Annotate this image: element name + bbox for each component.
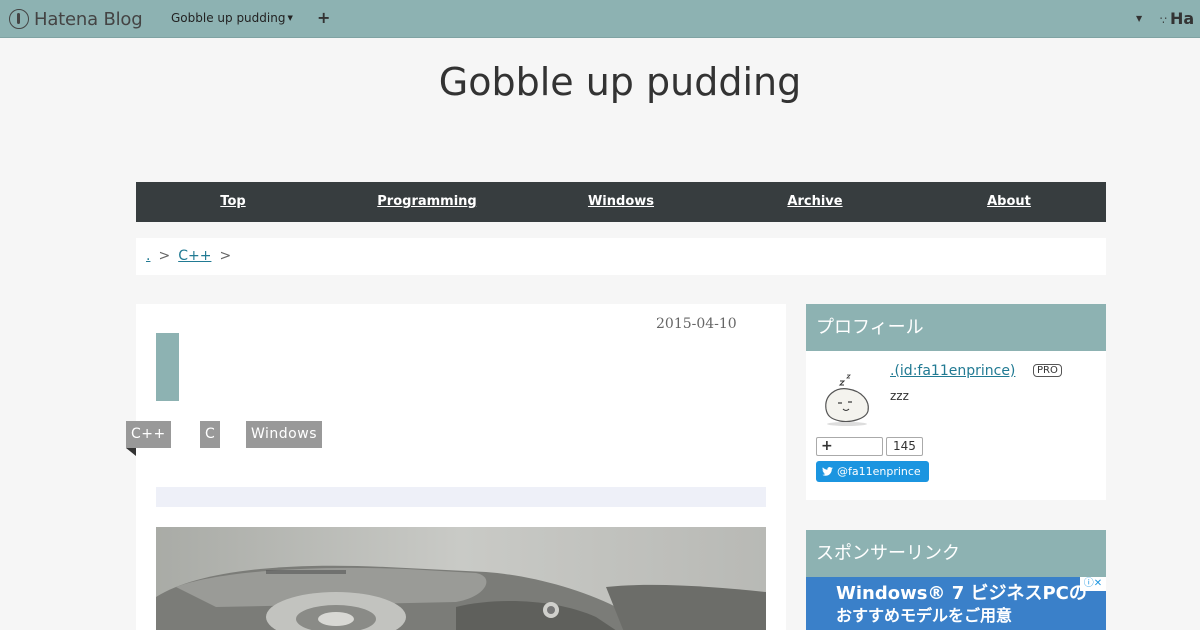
hard-drive-photo	[156, 527, 766, 630]
hatena-blog-logo-text: Hatena Blog	[34, 8, 143, 30]
twitter-follow-label: @fa11enprince	[837, 465, 921, 478]
add-entry-button[interactable]: +	[317, 8, 330, 27]
category-tag-c[interactable]: C	[200, 421, 221, 448]
sponsor-module-title: スポンサーリンク	[806, 530, 1106, 577]
nav-item-archive[interactable]: Archive	[718, 182, 912, 222]
profile-avatar[interactable]	[818, 369, 876, 427]
blog-menu[interactable]: Gobble up pudding ▼	[171, 11, 293, 25]
twitter-bird-icon	[822, 467, 833, 476]
entry-photo	[156, 527, 766, 630]
sponsor-module: スポンサーリンク Windows® 7 ビジネスPCの おすすめモデルをご用意 …	[806, 530, 1106, 630]
chevron-down-icon[interactable]: ▼	[1136, 14, 1142, 23]
profile-module-body: .(id:fa11enprince) PRO zzz + 145 @fa11en…	[806, 351, 1106, 500]
entry-article: 2015-04-10 C++ C Windows	[126, 304, 786, 630]
profile-module-title: プロフィール	[806, 304, 1106, 351]
subscribe-button[interactable]: +	[816, 437, 883, 456]
entry-content-box	[156, 487, 766, 507]
twitter-follow-button[interactable]: @fa11enprince	[816, 461, 929, 482]
profile-description: zzz	[890, 389, 909, 403]
breadcrumb-separator: >	[158, 248, 171, 264]
plus-icon: +	[821, 438, 833, 454]
entry-date[interactable]: 2015-04-10	[656, 316, 737, 332]
hatena-logo-icon	[9, 9, 29, 29]
blog-menu-label: Gobble up pudding	[171, 11, 286, 25]
category-tag-cpp[interactable]: C++	[126, 421, 171, 448]
pro-badge[interactable]: PRO	[1033, 364, 1062, 377]
profile-module: プロフィール .(id:fa11enprince) PRO zzz + 145 …	[806, 304, 1106, 500]
category-tag-windows[interactable]: Windows	[246, 421, 322, 448]
hatena-right-logo[interactable]: ∵ Ha	[1160, 9, 1194, 28]
breadcrumb-home-link[interactable]: .	[146, 248, 150, 264]
nav-item-about[interactable]: About	[912, 182, 1106, 222]
global-header: Hatena Blog Gobble up pudding ▼ + ▼ ∵ Ha	[0, 0, 1200, 38]
hatena-right-logo-text: Ha	[1170, 9, 1195, 28]
hatena-mark-icon: ∵	[1160, 14, 1167, 27]
entry-title-bar	[156, 333, 179, 401]
category-fold-decoration	[126, 448, 136, 456]
breadcrumb-category-link[interactable]: C++	[178, 248, 211, 264]
breadcrumb-separator: >	[219, 248, 232, 264]
nav-item-top[interactable]: Top	[136, 182, 330, 222]
hatena-blog-logo[interactable]: Hatena Blog	[9, 7, 143, 31]
ad-text-line2: おすすめモデルをご用意	[836, 606, 1013, 625]
ad-choices-icon[interactable]: ⓘ✕	[1080, 577, 1106, 591]
caret-down-icon: ▼	[287, 14, 293, 22]
nav-item-programming[interactable]: Programming	[330, 182, 524, 222]
global-nav: Top Programming Windows Archive About	[136, 182, 1106, 222]
subscriber-count[interactable]: 145	[886, 437, 923, 456]
breadcrumb: . > C++ >	[136, 238, 1106, 275]
blog-title[interactable]: Gobble up pudding	[0, 60, 1200, 104]
profile-id-link[interactable]: .(id:fa11enprince)	[890, 363, 1015, 379]
nav-item-windows[interactable]: Windows	[524, 182, 718, 222]
advertisement-banner[interactable]: Windows® 7 ビジネスPCの おすすめモデルをご用意 ⓘ✕	[806, 577, 1106, 630]
